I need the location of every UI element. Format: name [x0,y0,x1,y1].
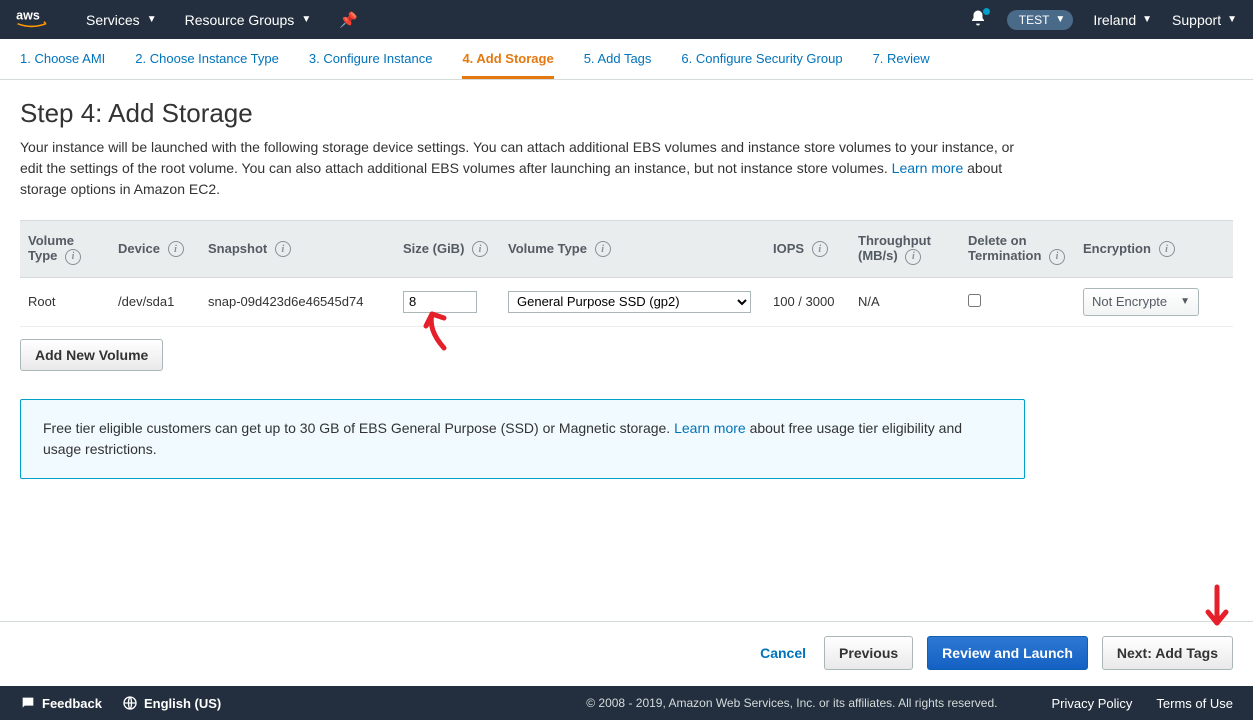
caret-down-icon: ▼ [1142,14,1152,25]
services-label: Services [86,12,140,28]
storage-table: Volume Type i Device i Snapshot i Size (… [20,220,1233,327]
col-size: Size (GiB) [403,241,464,256]
svg-text:aws: aws [16,9,40,23]
info-icon[interactable]: i [168,241,184,257]
info-icon[interactable]: i [812,241,828,257]
resource-groups-menu[interactable]: Resource Groups ▼ [185,12,312,28]
wizard-tabs: 1. Choose AMI 2. Choose Instance Type 3.… [0,39,1253,80]
bottom-bar: Feedback English (US) © 2008 - 2019, Ama… [0,686,1253,720]
tab-add-storage[interactable]: 4. Add Storage [462,51,553,79]
region-menu[interactable]: Ireland ▼ [1093,12,1152,28]
resource-groups-label: Resource Groups [185,12,295,28]
caret-down-icon: ▼ [1180,296,1190,307]
free-tier-info-box: Free tier eligible customers can get up … [20,399,1025,479]
caret-down-icon: ▼ [1227,14,1237,25]
feedback-link[interactable]: Feedback [20,695,102,711]
learn-more-link[interactable]: Learn more [674,420,746,436]
page-title: Step 4: Add Storage [20,98,1233,129]
info-icon[interactable]: i [905,249,921,265]
notifications-icon[interactable] [969,9,987,30]
col-iops: IOPS [773,241,804,256]
copyright: © 2008 - 2019, Amazon Web Services, Inc.… [586,696,997,710]
cancel-button[interactable]: Cancel [756,637,810,669]
globe-icon [122,695,138,711]
language-selector[interactable]: English (US) [122,695,221,711]
speech-bubble-icon [20,695,36,711]
aws-logo[interactable]: aws [16,7,58,32]
col-snapshot: Snapshot [208,241,267,256]
account-menu[interactable]: TEST ▼ [1007,10,1074,30]
account-label: TEST [1019,13,1050,27]
services-menu[interactable]: Services ▼ [86,12,157,28]
size-input[interactable] [403,291,477,313]
caret-down-icon: ▼ [301,14,311,25]
review-and-launch-button[interactable]: Review and Launch [927,636,1088,670]
info-icon[interactable]: i [472,241,488,257]
footer-bar: Cancel Previous Review and Launch Next: … [0,621,1253,684]
cell-throughput: N/A [850,277,960,326]
cell-device: /dev/sda1 [110,277,200,326]
privacy-policy-link[interactable]: Privacy Policy [1052,696,1133,711]
content-area: Step 4: Add Storage Your instance will b… [0,80,1253,479]
region-label: Ireland [1093,12,1136,28]
cell-iops: 100 / 3000 [765,277,850,326]
caret-down-icon: ▼ [147,14,157,25]
tab-configure-security-group[interactable]: 6. Configure Security Group [681,51,842,79]
learn-more-link[interactable]: Learn more [892,160,964,176]
col-delete: Delete on Termination [968,233,1041,263]
top-nav: aws Services ▼ Resource Groups ▼ 📌 TEST ▼ I… [0,0,1253,39]
encryption-select[interactable]: Not Encrypte▼ [1083,288,1199,316]
col-device: Device [118,241,160,256]
cell-volume-type: Root [20,277,110,326]
previous-button[interactable]: Previous [824,636,913,670]
col-encryption: Encryption [1083,241,1151,256]
info-icon[interactable]: i [1049,249,1065,265]
tab-choose-instance-type[interactable]: 2. Choose Instance Type [135,51,279,79]
cell-snapshot: snap-09d423d6e46545d74 [200,277,395,326]
info-icon[interactable]: i [1159,241,1175,257]
info-icon[interactable]: i [595,241,611,257]
terms-of-use-link[interactable]: Terms of Use [1156,696,1233,711]
volume-type-select[interactable]: General Purpose SSD (gp2) [508,291,751,313]
notification-dot [983,8,990,15]
info-icon[interactable]: i [65,249,81,265]
add-new-volume-button[interactable]: Add New Volume [20,339,163,371]
page-description: Your instance will be launched with the … [20,137,1030,200]
support-menu[interactable]: Support ▼ [1172,12,1237,28]
col-voltype: Volume Type [508,241,587,256]
tab-review[interactable]: 7. Review [873,51,930,79]
caret-down-icon: ▼ [1055,14,1065,25]
tab-add-tags[interactable]: 5. Add Tags [584,51,652,79]
tab-choose-ami[interactable]: 1. Choose AMI [20,51,105,79]
support-label: Support [1172,12,1221,28]
delete-on-termination-checkbox[interactable] [968,294,981,307]
next-add-tags-button[interactable]: Next: Add Tags [1102,636,1233,670]
pin-icon[interactable]: 📌 [339,11,358,29]
table-row: Root /dev/sda1 snap-09d423d6e46545d74 Ge… [20,277,1233,326]
info-icon[interactable]: i [275,241,291,257]
tab-configure-instance[interactable]: 3. Configure Instance [309,51,433,79]
